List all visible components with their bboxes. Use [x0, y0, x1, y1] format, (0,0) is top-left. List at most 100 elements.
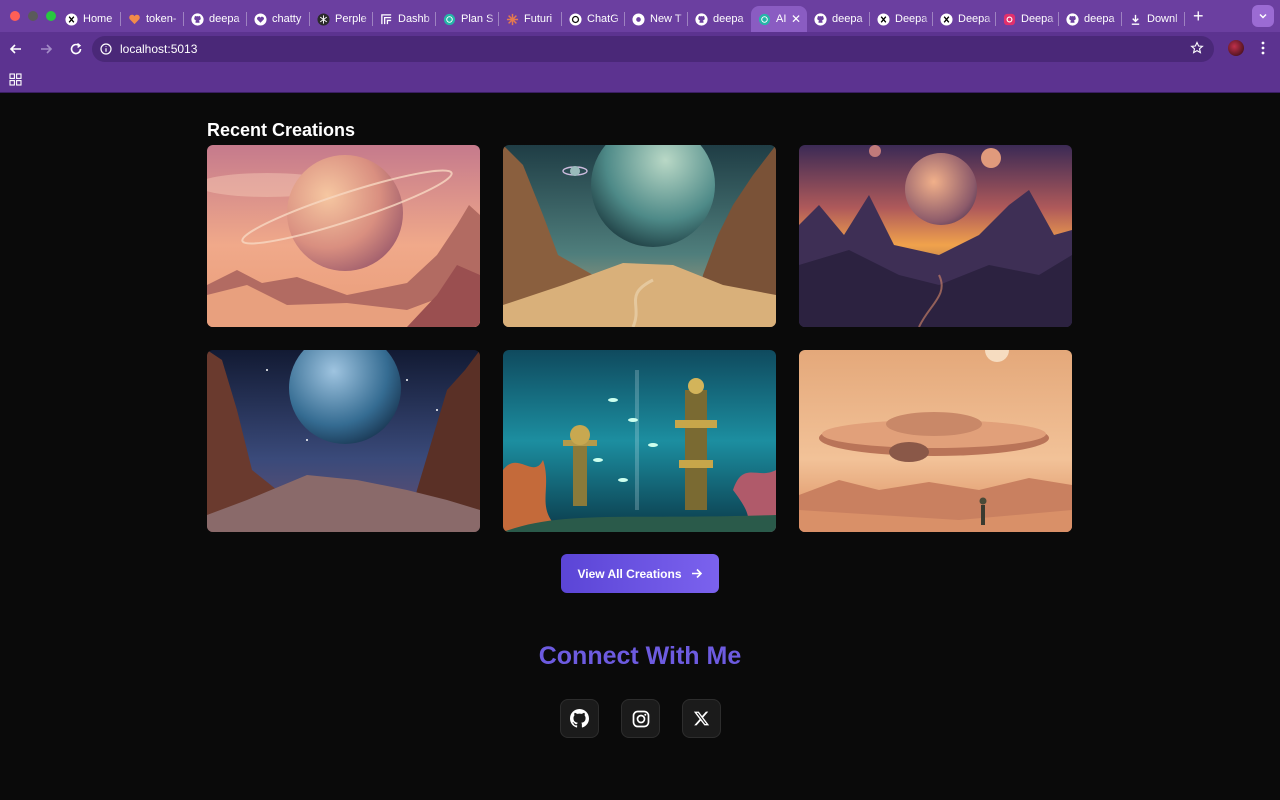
perplexity-icon: [316, 12, 330, 26]
tab-9[interactable]: New T: [625, 6, 688, 32]
tab-label: deepa: [1084, 13, 1115, 25]
section-title: Recent Creations: [207, 120, 356, 140]
more-vertical-icon: [1261, 41, 1265, 55]
close-tab-icon[interactable]: ✕: [791, 12, 801, 26]
connect-title: Connect With Me: [538, 642, 742, 670]
tab-label: AI: [776, 13, 787, 25]
creation-image: [799, 350, 1072, 532]
tab-label: Home: [83, 13, 113, 25]
github-icon: [694, 12, 708, 26]
creation-image: [207, 145, 480, 327]
instagram-link[interactable]: [621, 699, 660, 738]
creation-card-ufo-desert[interactable]: [799, 350, 1072, 532]
reload-icon: [70, 42, 82, 55]
browser-toolbar: localhost:5013: [0, 32, 1280, 66]
github-icon: [1065, 12, 1079, 26]
heart-outline-icon: [253, 12, 267, 26]
x-logo-icon: [939, 12, 953, 26]
site-info-icon[interactable]: [98, 41, 114, 57]
tab-13[interactable]: Deepa: [870, 6, 933, 32]
tab-label: deepa: [209, 13, 240, 25]
tab-5[interactable]: Dashb: [373, 6, 436, 32]
tab-label: Deepa: [895, 13, 928, 25]
minimize-window-button[interactable]: [28, 11, 38, 21]
heart-icon: [127, 12, 141, 26]
reload-button[interactable]: [62, 35, 90, 63]
url-text: localhost:5013: [120, 42, 198, 56]
tab-label: deepa: [832, 13, 863, 25]
tab-6[interactable]: Plan S: [436, 6, 499, 32]
tab-14[interactable]: Deepa: [933, 6, 996, 32]
creation-card-blue-planet-canyon[interactable]: [207, 350, 480, 532]
arrow-left-icon: [9, 44, 21, 54]
github-icon: [570, 709, 589, 728]
tab-search-button[interactable]: [1252, 5, 1274, 27]
tab-10[interactable]: deepa: [688, 6, 751, 32]
tab-label: Dashb: [398, 13, 430, 25]
tab-label: token-: [146, 13, 177, 25]
tab-8[interactable]: ChatG: [562, 6, 625, 32]
tab-15[interactable]: Deepa: [996, 6, 1059, 32]
window-controls: [0, 11, 58, 21]
bookmark-star-icon[interactable]: [1190, 41, 1204, 60]
tab-label: Perple: [335, 13, 367, 25]
tab-2[interactable]: deepa: [184, 6, 247, 32]
creation-image: [503, 350, 776, 532]
browser-tab-bar: Home token-deepa chatty Perple Dashb Plan S Fu…: [0, 0, 1280, 32]
tab-label: deepa: [713, 13, 744, 25]
creations-grid: [207, 145, 1073, 532]
tab-17[interactable]: Downl: [1122, 6, 1185, 32]
tab-4[interactable]: Perple: [310, 6, 373, 32]
tab-label: Downl: [1147, 13, 1178, 25]
close-window-button[interactable]: [10, 11, 20, 21]
apps-grid-icon[interactable]: [9, 73, 22, 91]
tab-label: ChatG: [587, 13, 619, 25]
tab-3[interactable]: chatty: [247, 6, 310, 32]
social-links: [560, 699, 721, 738]
browser-menu-button[interactable]: [1256, 40, 1270, 61]
chrome-icon: [631, 12, 645, 26]
tab-label: Plan S: [461, 13, 494, 25]
x-twitter-link[interactable]: [682, 699, 721, 738]
globe-icon: [442, 12, 456, 26]
view-all-label: View All Creations: [577, 566, 682, 581]
new-tab-button[interactable]: +: [1193, 7, 1204, 25]
view-all-creations-button[interactable]: View All Creations: [561, 554, 719, 593]
creation-card-underwater-city[interactable]: [503, 350, 776, 532]
tab-7[interactable]: Futuri: [499, 6, 562, 32]
tab-label: chatty: [272, 13, 302, 25]
github-icon: [813, 12, 827, 26]
github-link[interactable]: [560, 699, 599, 738]
back-button[interactable]: [2, 35, 30, 63]
tab-0[interactable]: Home: [58, 6, 121, 32]
dashboard-icon: [379, 12, 393, 26]
sparkle-icon: [505, 12, 519, 26]
tab-label: Deepa: [1021, 13, 1054, 25]
creation-image: [503, 145, 776, 327]
globe-icon: [757, 12, 771, 26]
creation-image: [799, 145, 1072, 327]
profile-avatar[interactable]: [1228, 40, 1244, 56]
arrow-right-icon: [691, 568, 702, 579]
x-logo-icon: [64, 12, 78, 26]
tab-11[interactable]: AI ✕: [751, 6, 807, 32]
tab-1[interactable]: token-: [121, 6, 184, 32]
creation-card-sunset-mountains[interactable]: [799, 145, 1072, 327]
forward-button[interactable]: [32, 35, 60, 63]
address-bar[interactable]: localhost:5013: [92, 36, 1214, 62]
tab-label: New T: [650, 13, 682, 25]
creation-card-ringed-planet[interactable]: [207, 145, 480, 327]
github-icon: [190, 12, 204, 26]
creation-card-canyon-planet[interactable]: [503, 145, 776, 327]
tab-strip: Home token-deepa chatty Perple Dashb Plan S Fu…: [58, 0, 1185, 32]
page-content: Recent Creations View All Creations Conn…: [0, 93, 1280, 800]
maximize-window-button[interactable]: [46, 11, 56, 21]
chevron-down-icon: [1259, 13, 1267, 19]
x-logo-icon: [876, 12, 890, 26]
arrow-right-icon: [41, 44, 53, 54]
tab-12[interactable]: deepa: [807, 6, 870, 32]
instagram-icon: [1002, 12, 1016, 26]
bookmarks-bar: [0, 66, 1280, 93]
instagram-icon: [632, 710, 649, 727]
tab-16[interactable]: deepa: [1059, 6, 1122, 32]
